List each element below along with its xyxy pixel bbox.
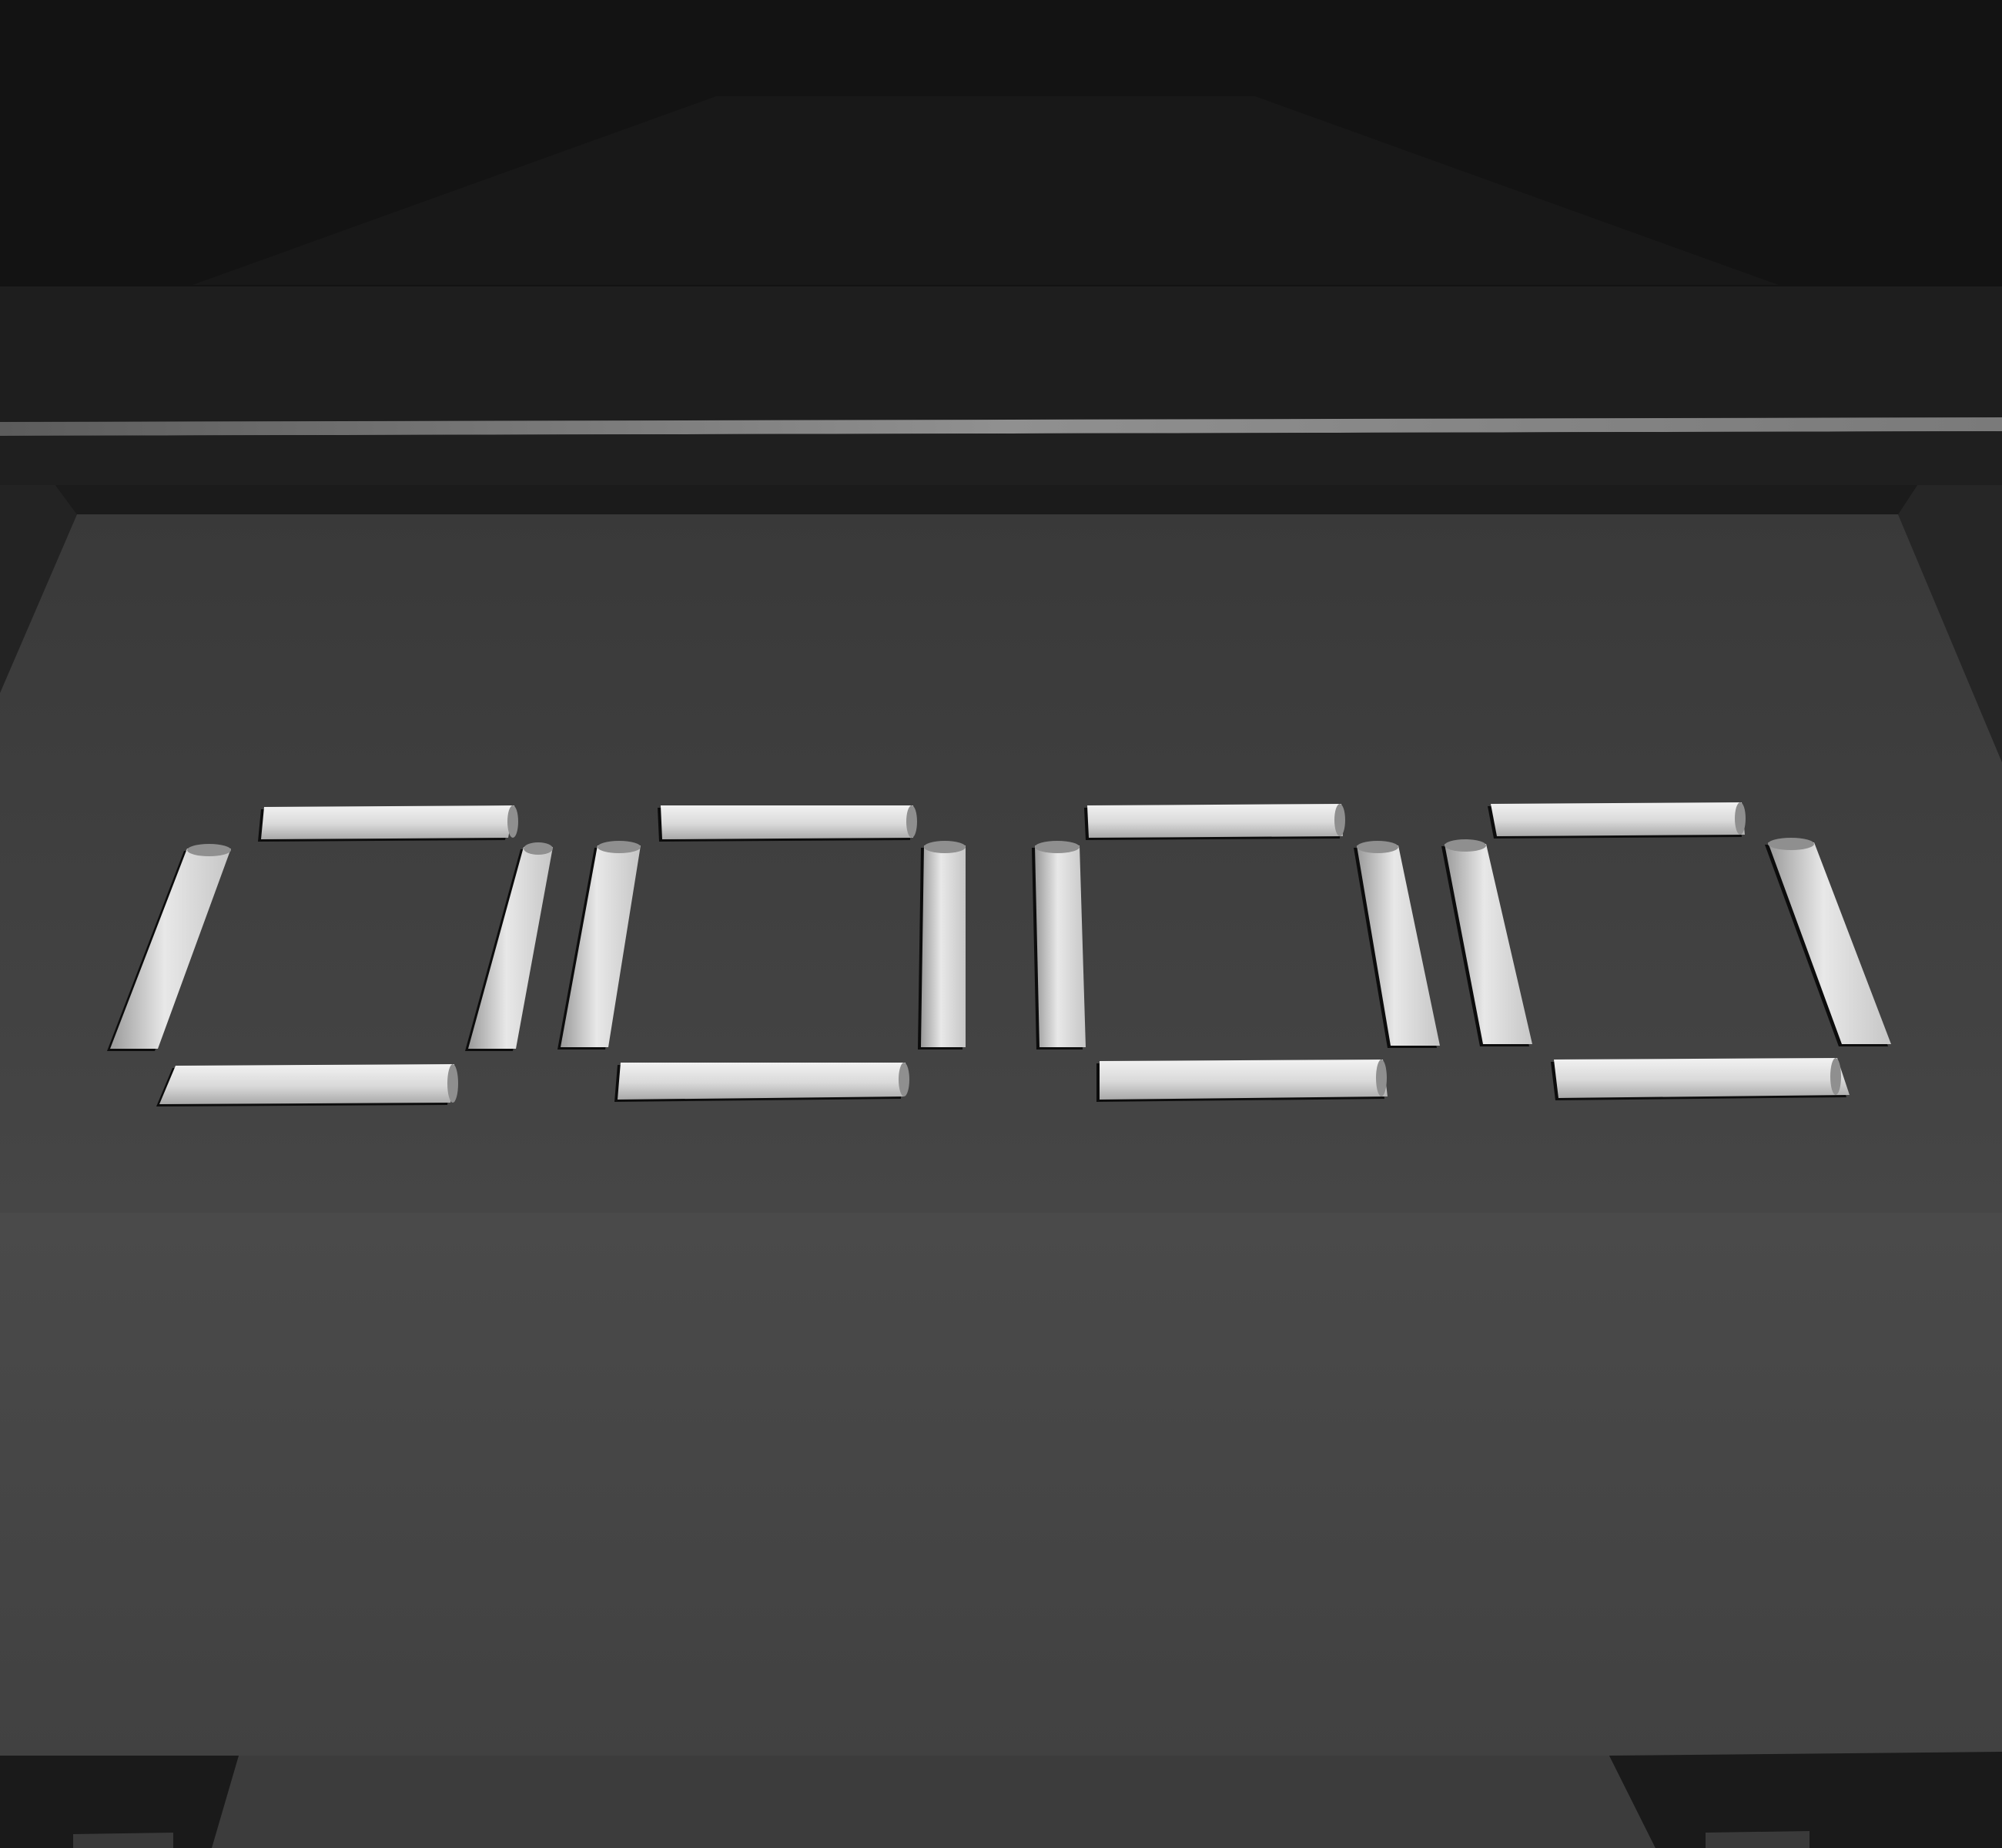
- bottom-left-tab: [73, 1833, 173, 1848]
- segment-b-cap: [1768, 838, 1814, 850]
- segment-f-cap: [1035, 841, 1080, 853]
- segment-f: [1035, 845, 1086, 1047]
- segment-a: [1491, 802, 1745, 836]
- segment-d-cap: [1830, 1058, 1841, 1095]
- segment-f-cap: [598, 841, 641, 853]
- segment-a: [661, 805, 913, 839]
- bottom-center-panel: [212, 1756, 1656, 1848]
- segment-d: [1100, 1060, 1388, 1100]
- segment-a-cap: [906, 805, 917, 838]
- display-render-canvas: [0, 0, 2002, 1848]
- segment-d: [1554, 1058, 1850, 1098]
- segment-f-cap: [1445, 839, 1486, 852]
- display-housing: [0, 0, 2002, 1848]
- segment-a-cap: [507, 805, 518, 838]
- bezel-inner-top: [55, 485, 1917, 514]
- segment-a-cap: [1334, 804, 1345, 836]
- segment-b-cap: [1357, 841, 1398, 853]
- segment-a: [261, 805, 514, 839]
- ledge-underside: [0, 431, 2002, 485]
- segment-d-cap: [1376, 1060, 1387, 1096]
- segment-d: [618, 1063, 906, 1100]
- segment-f-cap: [187, 844, 231, 856]
- segment-a: [1087, 804, 1343, 838]
- segment-b: [921, 845, 966, 1047]
- display-face: [0, 514, 2002, 1213]
- seven-segment-display-render: [0, 0, 2002, 1848]
- top-ledge: [0, 286, 2002, 422]
- segment-b-cap: [524, 842, 553, 855]
- bottom-right-tab: [1706, 1831, 1810, 1848]
- segment-d-cap: [447, 1064, 458, 1103]
- segment-a-cap: [1735, 802, 1746, 835]
- segment-d: [159, 1064, 454, 1104]
- segment-d-cap: [899, 1063, 909, 1096]
- lower-face: [0, 1213, 2002, 1756]
- segment-b-cap: [924, 841, 966, 853]
